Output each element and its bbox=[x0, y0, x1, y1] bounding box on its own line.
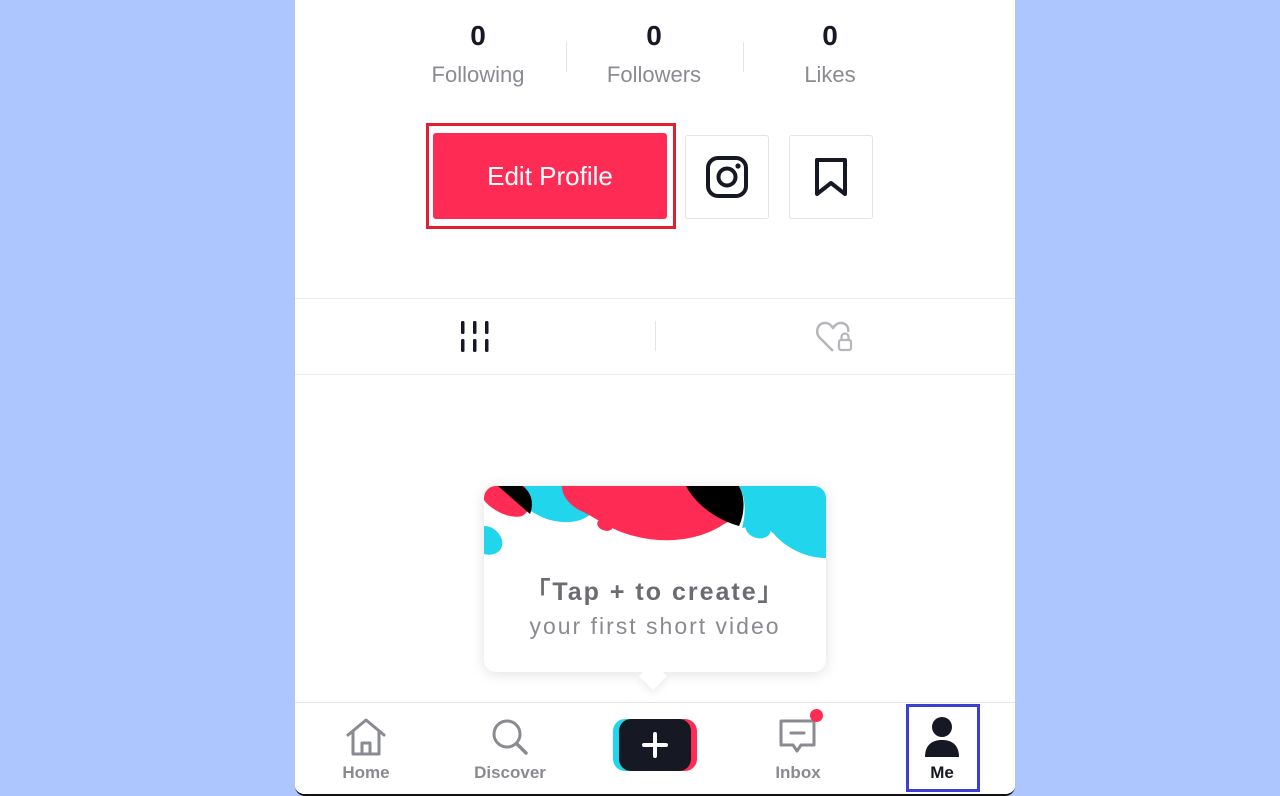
tab-liked-private[interactable] bbox=[655, 299, 1015, 374]
notification-badge bbox=[810, 709, 823, 722]
nav-home[interactable]: Home bbox=[306, 703, 426, 794]
create-tooltip: 「Tap + to create」 your first short video bbox=[484, 486, 826, 691]
instagram-icon bbox=[706, 156, 748, 198]
grid-icon bbox=[461, 320, 489, 352]
likes-count: 0 bbox=[822, 20, 838, 51]
tooltip-decoration bbox=[484, 486, 826, 566]
favorites-button[interactable] bbox=[789, 135, 873, 219]
bookmark-icon bbox=[815, 158, 847, 196]
plus-icon bbox=[642, 732, 668, 758]
followers-count: 0 bbox=[646, 20, 662, 51]
heart-lock-icon bbox=[815, 321, 853, 352]
create-video-button[interactable] bbox=[613, 719, 697, 771]
nav-me-label: Me bbox=[930, 763, 954, 782]
nav-discover-label: Discover bbox=[474, 763, 546, 782]
stat-followers[interactable]: 0 Followers bbox=[566, 18, 742, 90]
bottom-navigation: Home Discover Inbox Me bbox=[295, 702, 1015, 794]
stat-likes[interactable]: 0 Likes bbox=[742, 18, 918, 90]
blob-decoration-icon bbox=[484, 486, 826, 566]
nav-home-label: Home bbox=[342, 763, 390, 782]
tooltip-subtitle: your first short video bbox=[529, 613, 781, 639]
following-label: Following bbox=[431, 62, 525, 87]
tab-videos[interactable] bbox=[295, 299, 655, 374]
search-icon bbox=[492, 719, 528, 755]
nav-me[interactable]: Me bbox=[882, 703, 1002, 794]
stat-following[interactable]: 0 Following bbox=[390, 18, 566, 90]
tooltip-tail bbox=[638, 661, 668, 691]
profile-stats: 0 Following 0 Followers 0 Likes bbox=[295, 18, 1015, 98]
likes-label: Likes bbox=[804, 62, 856, 87]
followers-label: Followers bbox=[606, 62, 702, 87]
phone-screen: 0 Following 0 Followers 0 Likes Edit Pro… bbox=[295, 0, 1015, 796]
tooltip-title: 「Tap + to create」 bbox=[525, 578, 785, 606]
edit-profile-button[interactable]: Edit Profile bbox=[433, 133, 667, 219]
person-icon bbox=[925, 717, 959, 757]
home-icon bbox=[346, 718, 386, 756]
profile-tabs bbox=[295, 298, 1015, 375]
instagram-button[interactable] bbox=[685, 135, 769, 219]
following-count: 0 bbox=[470, 20, 486, 51]
nav-inbox-label: Inbox bbox=[775, 763, 821, 782]
nav-discover[interactable]: Discover bbox=[450, 703, 570, 794]
nav-inbox[interactable]: Inbox bbox=[738, 703, 858, 794]
